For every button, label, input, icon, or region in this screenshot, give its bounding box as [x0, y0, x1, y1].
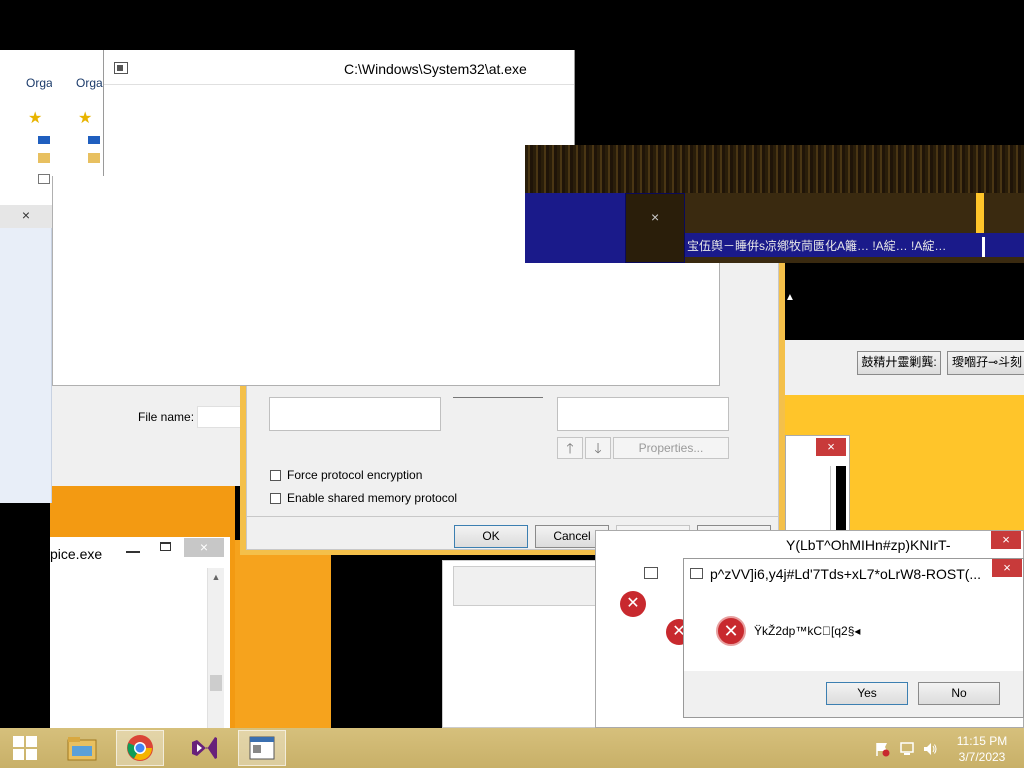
- yes-button[interactable]: Yes: [826, 682, 908, 705]
- navy-block-left: [525, 193, 625, 263]
- at-exe-window: C:\Windows\System32\at.exe: [103, 50, 575, 176]
- close-icon[interactable]: ×: [816, 438, 846, 456]
- service-title: pice.exe: [50, 546, 103, 562]
- close-icon[interactable]: ×: [991, 531, 1021, 549]
- chrome-icon: [127, 735, 153, 761]
- windows-logo-icon: [13, 736, 37, 760]
- error-front-title: p^zVV]i6,y4j#Ld'7Tds+xL7*oLrW8-ROST(...: [710, 566, 982, 582]
- explorer-window-back: Orga ★: [0, 50, 60, 205]
- window-app-icon: [690, 568, 703, 579]
- file-explorer-taskbar-button[interactable]: [58, 730, 106, 766]
- close-icon[interactable]: ×: [992, 559, 1022, 577]
- cjk-button-1[interactable]: 鼓精廾靈剿龔:: [857, 351, 941, 375]
- explorer-title-strip: ×: [0, 205, 52, 228]
- protocol-divider: [453, 397, 543, 398]
- force-encryption-label: Force protocol encryption: [287, 468, 423, 482]
- folder-icon: [67, 737, 97, 761]
- properties-button[interactable]: Properties...: [613, 437, 729, 459]
- folder-icon: [38, 153, 50, 163]
- network-icon[interactable]: [899, 741, 915, 757]
- error-icon: ✕: [620, 591, 646, 617]
- orange-panel-mid: [235, 540, 331, 728]
- cjk-arrow-mark: ▲: [785, 292, 795, 303]
- file-dialog-bottom: File name:: [52, 386, 242, 486]
- dialog-separator: [247, 516, 778, 517]
- service-scrollbar[interactable]: ▲: [207, 568, 224, 728]
- maximize-icon[interactable]: [160, 542, 171, 551]
- action-center-flag-icon[interactable]: [874, 741, 890, 757]
- force-encryption-checkbox[interactable]: [270, 470, 281, 481]
- garbled-noise-top: [525, 145, 1024, 193]
- favorites-star-icon: ★: [78, 110, 93, 127]
- navy-block-right: [625, 193, 685, 263]
- close-icon[interactable]: ×: [651, 209, 659, 225]
- protocol-list-box: [269, 397, 441, 431]
- chrome-taskbar-button[interactable]: [116, 730, 164, 766]
- ok-button[interactable]: OK: [454, 525, 528, 548]
- move-down-button[interactable]: 🡓: [585, 437, 611, 459]
- error-back-title: Y(LbT^OhMIHn#zp)KNIrT-: [786, 537, 951, 553]
- error-icon: ✕: [716, 616, 746, 646]
- at-exe-title: C:\Windows\System32\at.exe: [344, 61, 527, 77]
- shared-memory-label: Enable shared memory protocol: [287, 491, 458, 505]
- window-app-icon: [644, 567, 658, 579]
- favorites-star-icon: ★: [28, 110, 43, 127]
- desktop-icon: [88, 136, 100, 144]
- backplate-inner: [453, 566, 603, 606]
- desktop-icon: [38, 136, 50, 144]
- close-icon[interactable]: ×: [12, 207, 40, 225]
- organize-menu[interactable]: Orga: [26, 76, 53, 90]
- garbled-window: × 宝伍舆－睡倂s凉鄕牧茼匮化A籬… !A綻… !A綻…: [525, 145, 1024, 263]
- organize-menu[interactable]: Orga: [76, 76, 103, 90]
- protocol-order-box: [557, 397, 729, 431]
- error-message: ŸkŽ2dp™kC [q2§◂: [754, 624, 861, 638]
- shared-memory-checkbox[interactable]: [270, 493, 281, 504]
- close-icon[interactable]: ×: [184, 538, 224, 557]
- window-app-icon: [114, 62, 128, 74]
- file-name-label: File name:: [138, 410, 195, 424]
- error-dialog-front: p^zVV]i6,y4j#Ld'7Tds+xL7*oLrW8-ROST(... …: [683, 558, 1024, 718]
- taskbar: 11:15 PM 3/7/2023: [0, 728, 1024, 768]
- file-name-input[interactable]: [197, 406, 242, 428]
- minimize-icon[interactable]: [126, 543, 140, 553]
- cjk-toolbar: 鼓精廾靈剿龔: 璦嗰孖⊸斗刻: [785, 340, 1024, 395]
- scroll-thumb[interactable]: [210, 675, 222, 691]
- white-marker: [982, 237, 985, 257]
- folder-icon: [88, 153, 100, 163]
- no-button[interactable]: No: [918, 682, 1000, 705]
- garbled-title-text: 宝伍舆－睡倂s凉鄕牧茼匮化A籬… !A綻… !A綻…: [687, 239, 947, 253]
- window-icon: [249, 736, 275, 760]
- visual-studio-taskbar-button[interactable]: [180, 730, 228, 766]
- clock-time[interactable]: 11:15 PM: [950, 734, 1014, 748]
- start-button[interactable]: [0, 730, 50, 766]
- cjk-button-2[interactable]: 璦嗰孖⊸斗刻: [947, 351, 1024, 375]
- yellow-marker: [976, 193, 984, 233]
- explorer-side-strip: [0, 228, 52, 503]
- visual-studio-icon: [192, 737, 217, 759]
- move-up-button[interactable]: 🡑: [557, 437, 583, 459]
- network-icon: [38, 174, 50, 184]
- clock-date[interactable]: 3/7/2023: [950, 750, 1014, 764]
- scroll-up-icon[interactable]: ▲: [208, 572, 224, 582]
- title-separator: [104, 84, 574, 85]
- active-window-taskbar-button[interactable]: [238, 730, 286, 766]
- volume-icon[interactable]: [922, 741, 938, 757]
- service-window: pice.exe × ▲: [50, 537, 230, 728]
